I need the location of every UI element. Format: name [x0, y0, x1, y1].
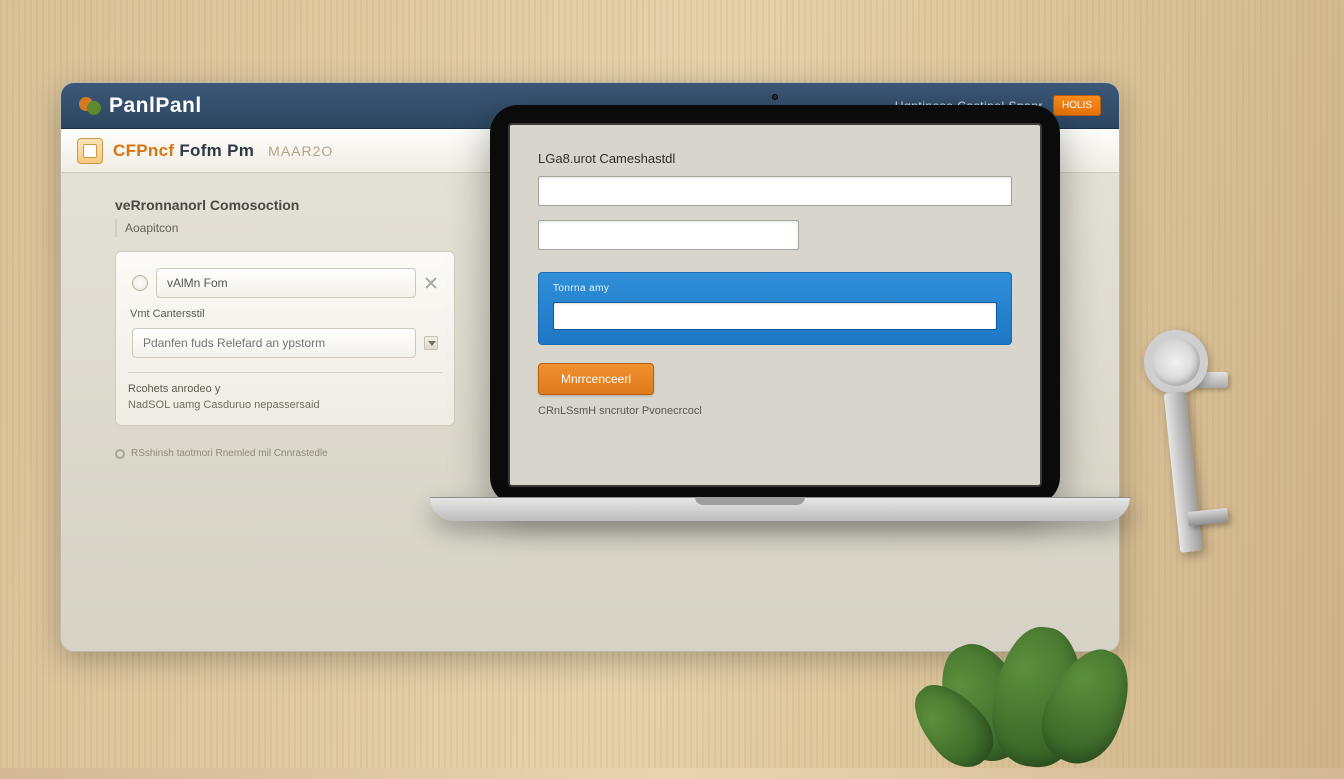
secondary-title: CFPncf Fofm Pm	[113, 141, 254, 161]
webcam-icon	[772, 94, 778, 100]
config-card: veRronnanorl Comosoction Aoapitcon Vmt C…	[115, 197, 455, 651]
brand-logo-icon	[79, 95, 101, 117]
contest-input[interactable]	[132, 328, 416, 358]
gear-icon	[115, 449, 125, 459]
secondary-title-brand: CFPncf	[113, 141, 174, 160]
footer-note: RSshinsh taotmori Rnemled mil Cnnrastedl…	[115, 448, 455, 459]
laptop-bezel: LGa8.urot Cameshastdl Tonrna amy Mnrrcen…	[490, 105, 1060, 505]
submit-button[interactable]: Mnrrcenceerl	[538, 363, 654, 395]
key-ring	[1144, 330, 1208, 394]
key-stem	[1164, 391, 1203, 552]
screen-input-2[interactable]	[538, 220, 799, 250]
laptop-notch	[695, 497, 805, 505]
laptop-mockup: LGa8.urot Cameshastdl Tonrna amy Mnrrcen…	[430, 105, 1070, 595]
screen-title: LGa8.urot Cameshastdl	[538, 151, 1012, 166]
divider	[128, 372, 442, 373]
laptop-screen: LGa8.urot Cameshastdl Tonrna amy Mnrrcen…	[508, 123, 1042, 487]
config-heading: veRronnanorl Comosoction	[115, 197, 455, 213]
brand-title: PanlPanl	[109, 94, 202, 118]
highlight-input[interactable]	[553, 302, 997, 330]
globe-icon	[132, 275, 148, 291]
form-name-input[interactable]	[156, 268, 416, 298]
section-heading: Rcohets anrodeo y	[128, 383, 442, 395]
form-card: Vmt Cantersstil Rcohets anrodeo y NadSOL…	[115, 251, 455, 426]
secondary-title-code: MAAR2O	[268, 143, 333, 159]
vmt-label: Vmt Cantersstil	[128, 304, 442, 322]
contest-row	[128, 322, 442, 364]
section-note: NadSOL uamg Casduruo nepassersaid	[128, 399, 442, 411]
form-name-row	[128, 262, 442, 304]
highlight-box: Tonrna amy	[538, 272, 1012, 345]
form-app-icon	[77, 138, 103, 164]
screen-input-1[interactable]	[538, 176, 1012, 206]
screen-note: CRnLSsmH sncrutor Pvonecrcocl	[538, 405, 1012, 417]
secondary-title-rest: Fofm Pm	[174, 141, 254, 160]
config-subheading: Aoapitcon	[115, 219, 455, 237]
footer-note-text: RSshinsh taotmori Rnemled mil Cnnrastedl…	[131, 448, 328, 459]
highlight-label: Tonrna amy	[553, 283, 997, 294]
key-bit	[1187, 508, 1228, 526]
brand-area: PanlPanl	[79, 94, 202, 118]
key-prop	[1084, 330, 1314, 590]
